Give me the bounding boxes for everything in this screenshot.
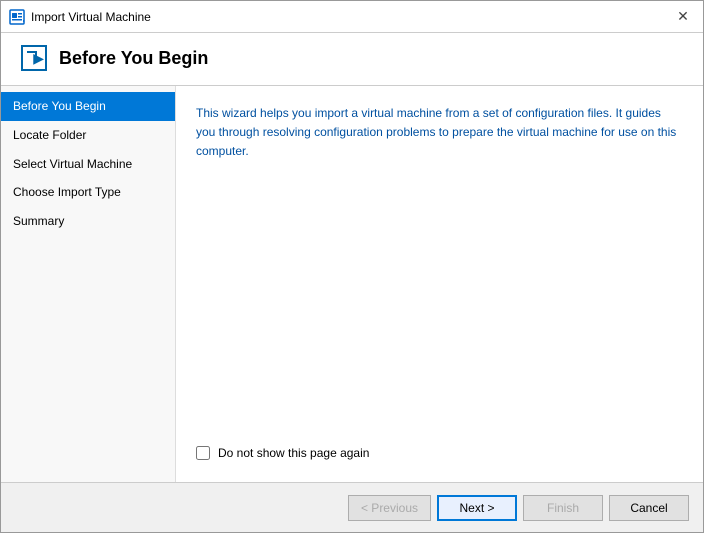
close-button[interactable]: ✕ xyxy=(671,5,695,29)
next-button[interactable]: Next > xyxy=(437,495,517,521)
header-icon xyxy=(21,45,47,71)
sidebar-item-before-you-begin[interactable]: Before You Begin xyxy=(1,92,175,121)
main-content: This wizard helps you import a virtual m… xyxy=(176,86,703,482)
do-not-show-label: Do not show this page again xyxy=(218,446,369,460)
header-title: Before You Begin xyxy=(59,48,208,69)
footer: < Previous Next > Finish Cancel xyxy=(1,482,703,532)
previous-button[interactable]: < Previous xyxy=(348,495,431,521)
sidebar-item-locate-folder[interactable]: Locate Folder xyxy=(1,121,175,150)
header-section: Before You Begin xyxy=(1,33,703,86)
sidebar-item-choose-import-type[interactable]: Choose Import Type xyxy=(1,178,175,207)
sidebar-item-select-vm[interactable]: Select Virtual Machine xyxy=(1,150,175,179)
title-bar: Import Virtual Machine ✕ xyxy=(1,1,703,33)
dialog-icon xyxy=(9,9,25,25)
do-not-show-checkbox[interactable] xyxy=(196,446,210,460)
description-text: This wizard helps you import a virtual m… xyxy=(196,104,683,162)
content-area: Before You Begin Locate Folder Select Vi… xyxy=(1,86,703,482)
sidebar-item-summary[interactable]: Summary xyxy=(1,207,175,236)
sidebar: Before You Begin Locate Folder Select Vi… xyxy=(1,86,176,482)
checkbox-row: Do not show this page again xyxy=(196,446,683,460)
cancel-button[interactable]: Cancel xyxy=(609,495,689,521)
import-dialog: Import Virtual Machine ✕ Before You Begi… xyxy=(0,0,704,533)
dialog-title: Import Virtual Machine xyxy=(31,10,671,24)
finish-button[interactable]: Finish xyxy=(523,495,603,521)
